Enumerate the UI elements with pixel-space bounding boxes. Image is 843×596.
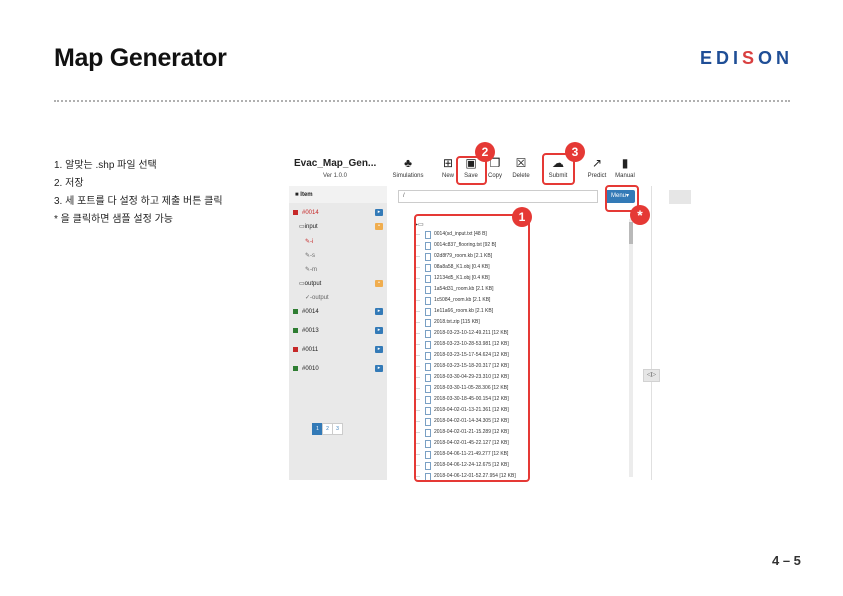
tree-item-folder[interactable]: ▭output •	[289, 277, 387, 291]
tree-item-job[interactable]: #0010 ▸	[289, 362, 387, 376]
tree-item-label: -m	[310, 267, 318, 273]
tree-item-label: input	[304, 224, 318, 230]
job-status-icon	[293, 209, 298, 215]
tree-item-label: -i	[310, 239, 314, 245]
job-expand-icon[interactable]: ▸	[375, 308, 383, 315]
toolbar-label: Delete	[512, 173, 530, 179]
tree-item-label: #0013	[302, 328, 319, 334]
tree-item-folder[interactable]: ▭input •	[289, 220, 387, 234]
simulation-tree-panel: ■ Item #0014 ▸ ▭input • ✎-i ✎-s ✎-m ▭out…	[289, 186, 387, 480]
tree-item-label: -s	[310, 253, 316, 259]
scrollbar-thumb[interactable]	[629, 222, 633, 244]
file-list-highlight	[414, 214, 530, 482]
tree-item-job[interactable]: #0013 ▸	[289, 324, 387, 338]
instruction-steps: 1. 알맞는 .shp 파일 선택 2. 저장 3. 세 포트를 다 설정 하고…	[54, 157, 223, 229]
job-expand-icon[interactable]: ▸	[375, 327, 383, 334]
manual-icon: ▮	[621, 156, 629, 170]
logo-text-pre: EDI	[700, 48, 743, 68]
logo-text-mid: S	[742, 48, 759, 68]
tree-item-job[interactable]: #0011 ▸	[289, 343, 387, 357]
path-input[interactable]: /	[398, 190, 598, 203]
slide-title: Map Generator	[54, 44, 227, 72]
job-status-icon	[293, 327, 298, 333]
edison-logo: EDISON	[700, 48, 793, 69]
file-list-scrollbar[interactable]	[629, 219, 633, 477]
tree-item-job[interactable]: #0014 ▸	[289, 305, 387, 319]
tree-item-label: -output	[310, 295, 329, 301]
tree-header: ■ Item	[289, 186, 387, 203]
tree-item-label: #0014	[302, 210, 319, 216]
tree-item-port[interactable]: ✎-s	[289, 249, 387, 263]
tree-item-port[interactable]: ✓-output	[289, 291, 387, 305]
app-name: Evac_Map_Gen...	[294, 158, 377, 169]
annotation-marker-3: 3	[565, 142, 585, 162]
toolbar-label: Manual	[615, 173, 635, 179]
job-expand-icon[interactable]: ▸	[375, 365, 383, 372]
toolbar-label: Simulations	[392, 173, 424, 179]
annotation-marker-star: *	[630, 205, 650, 225]
job-status-icon	[293, 346, 298, 352]
step-item: 1. 알맞는 .shp 파일 선택	[54, 160, 157, 171]
toolbar-label: Copy	[487, 173, 502, 179]
title-divider	[54, 100, 790, 102]
page-number: 4 – 5	[772, 553, 801, 568]
tree-item-label: output	[304, 281, 322, 287]
tree-item-label: #0011	[302, 347, 319, 353]
folder-badge-icon[interactable]: •	[375, 280, 383, 287]
toolbar-simulations-button[interactable]: ♣ Simulations	[390, 156, 426, 179]
collapse-handle[interactable]: ◁▷	[643, 369, 660, 382]
tree-pagination: 1 2 3	[312, 423, 343, 435]
step-item: * 을 클릭하면 샘플 설정 가능	[54, 214, 173, 225]
delete-icon: ☒	[515, 156, 527, 170]
toolbar-manual-button[interactable]: ▮ Manual	[607, 156, 643, 179]
tree-item-label: #0014	[302, 309, 319, 315]
right-panel-placeholder	[669, 190, 691, 204]
job-expand-icon[interactable]: ▸	[375, 346, 383, 353]
logo-text-post: ON	[758, 48, 794, 68]
app-version: Ver 1.0.0	[323, 173, 348, 179]
toolbar-delete-button[interactable]: ☒ Delete	[503, 156, 539, 179]
job-status-icon	[293, 365, 298, 371]
annotation-marker-1: 1	[512, 207, 532, 227]
tree-item-job[interactable]: #0014 ▸	[289, 206, 387, 220]
simulations-icon: ♣	[404, 156, 412, 170]
step-item: 2. 저장	[54, 178, 84, 189]
page-button[interactable]: 3	[332, 423, 343, 435]
job-status-icon	[293, 308, 298, 314]
panel-divider	[651, 186, 652, 480]
tree-header-label: Item	[300, 192, 313, 198]
toolbar-label: Predict	[587, 173, 607, 179]
job-expand-icon[interactable]: ▸	[375, 209, 383, 216]
folder-badge-icon[interactable]: •	[375, 223, 383, 230]
tree-item-port[interactable]: ✎-m	[289, 263, 387, 277]
annotation-marker-2: 2	[475, 142, 495, 162]
step-item: 3. 세 포트를 다 설정 하고 제출 버튼 클릭	[54, 196, 223, 207]
tree-item-label: #0010	[302, 366, 319, 372]
tree-item-port[interactable]: ✎-i	[289, 235, 387, 249]
